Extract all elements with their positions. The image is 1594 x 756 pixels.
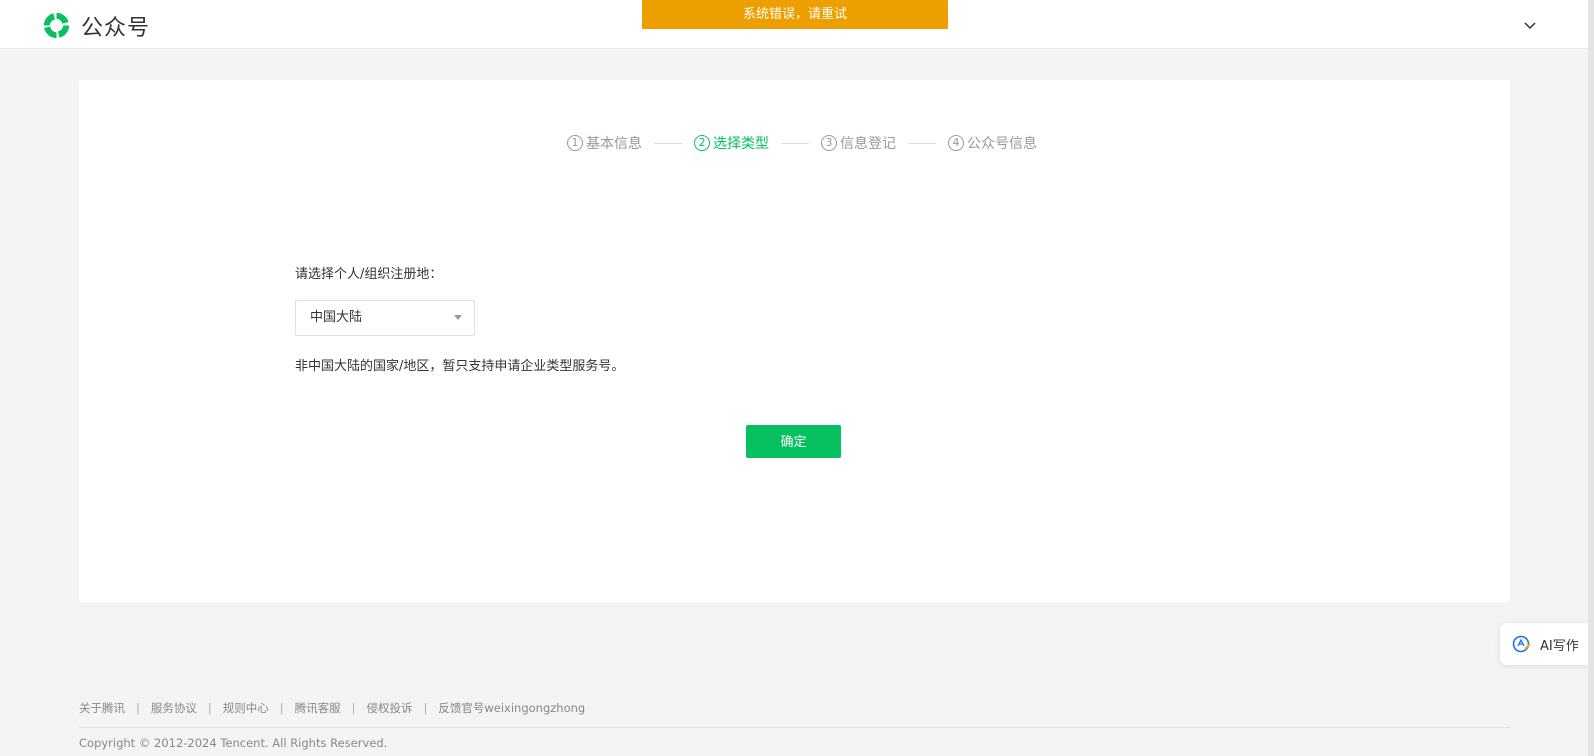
step-label: 基本信息 (586, 136, 642, 152)
footer-separator: | (351, 701, 356, 715)
step-basic-info: 1 基本信息 (567, 133, 642, 153)
copyright-text: Copyright © 2012-2024 Tencent. All Right… (79, 736, 388, 750)
footer-link-terms[interactable]: 服务协议 (151, 700, 197, 716)
chevron-down-icon[interactable] (1522, 17, 1538, 33)
region-select[interactable]: 中国大陆 (295, 300, 475, 336)
region-note: 非中国大陆的国家/地区，暂只支持申请企业类型服务号。 (295, 359, 625, 374)
step-account-info: 4 公众号信息 (948, 133, 1037, 153)
confirm-button[interactable]: 确定 (746, 425, 841, 458)
step-number: 1 (567, 135, 583, 151)
footer-links: 关于腾讯 | 服务协议 | 规则中心 | 腾讯客服 | 侵权投诉 | 反馈官号w… (79, 700, 585, 716)
footer-divider (79, 727, 1510, 728)
footer-separator: | (136, 701, 140, 715)
top-bar: 公众号 系统错误，请重试 (0, 0, 1594, 49)
ai-writing-label: AI写作 (1540, 638, 1579, 654)
footer-link-complaint[interactable]: 侵权投诉 (367, 700, 413, 716)
ai-writing-widget[interactable]: AI写作 (1500, 623, 1588, 665)
error-banner: 系统错误，请重试 (642, 0, 948, 29)
caret-down-icon (454, 315, 462, 320)
step-divider (908, 142, 936, 144)
region-label: 请选择个人/组织注册地： (295, 267, 443, 282)
footer-link-about[interactable]: 关于腾讯 (79, 700, 125, 716)
footer-separator: | (423, 701, 428, 715)
main-card (79, 80, 1510, 602)
step-number: 4 (948, 135, 964, 151)
region-select-value: 中国大陆 (310, 310, 363, 325)
footer-link-support[interactable]: 腾讯客服 (295, 700, 341, 716)
step-info-registration: 3 信息登记 (821, 133, 896, 153)
footer-link-rules[interactable]: 规则中心 (223, 700, 269, 716)
logo-text[interactable]: 公众号 (81, 10, 150, 42)
step-divider (781, 142, 809, 144)
step-label: 公众号信息 (967, 136, 1037, 152)
step-divider (654, 142, 682, 144)
page-scrollbar[interactable] (1588, 0, 1594, 756)
registration-steps: 1 基本信息 2 选择类型 3 信息登记 4 公众号信息 (567, 133, 1037, 153)
footer-separator: | (207, 701, 212, 715)
step-label: 信息登记 (840, 136, 896, 152)
wechat-official-account-logo-icon[interactable] (41, 10, 72, 41)
step-select-type: 2 选择类型 (694, 133, 769, 153)
step-number: 2 (694, 135, 710, 151)
ai-write-icon (1512, 635, 1531, 653)
step-label: 选择类型 (713, 136, 769, 152)
footer-separator: | (279, 701, 284, 715)
footer-link-feedback[interactable]: 反馈官号weixingongzhong (438, 700, 585, 716)
step-number: 3 (821, 135, 837, 151)
